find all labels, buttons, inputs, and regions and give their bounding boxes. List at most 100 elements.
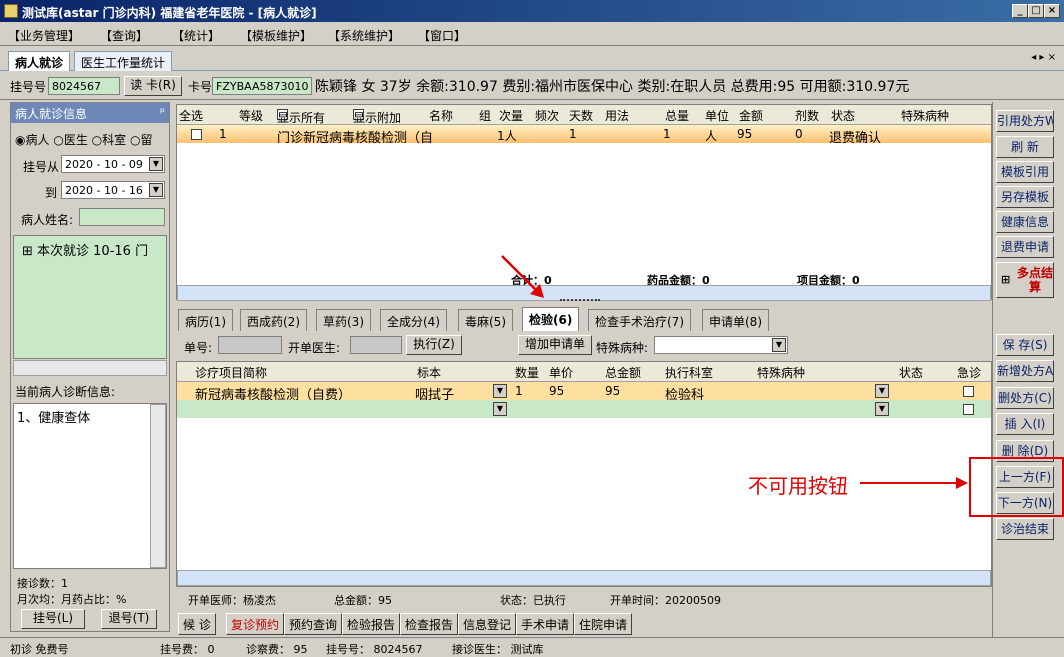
info-register-button[interactable]: 信息登记 [458,613,517,635]
minimize-button[interactable]: _ [1012,4,1028,18]
disease-dropdown-icon[interactable]: ▼ [875,384,889,398]
col-name: 名称 [429,109,454,123]
doctor-label: 开单医生: [288,341,341,355]
row-total: 1 [663,127,671,141]
waiting-button[interactable]: 候 诊 [178,613,216,635]
save-template-button[interactable]: 另存模板 [996,186,1054,208]
delete-prescription-button[interactable]: 删处方(C) [996,387,1054,409]
menu-business[interactable]: 【业务管理】 [8,27,80,44]
radio-stay[interactable]: ○留 [130,133,153,147]
tab-lab-test[interactable]: 检验(6) [522,307,580,331]
col-exec-dept: 执行科室 [665,366,714,380]
doctor-field[interactable] [350,336,402,354]
table-row[interactable]: ▼ ▼ [177,400,991,418]
exam-qty: 1 [515,384,523,398]
surgery-application-button[interactable]: 手术申请 [516,613,575,635]
col-dose: 次量 [499,109,524,123]
close-button[interactable]: × [1044,4,1060,18]
exam-grid-scrollbar[interactable] [177,570,991,586]
footer-doctor: 开单医师：杨凌杰 [188,594,276,607]
lab-report-button[interactable]: 检验报告 [342,613,401,635]
tab-medical-record[interactable]: 病历(1) [178,309,233,331]
tab-workload[interactable]: 医生工作量统计 [74,51,173,71]
reference-prescription-button[interactable]: 引用处方W [996,110,1054,132]
tab-exam-surgery[interactable]: 检查手术治疗(7) [588,309,691,331]
col-select-all[interactable]: 全选 [179,107,203,124]
to-date[interactable]: 2020 - 10 - 16 ▼ [61,181,165,199]
menu-template[interactable]: 【模板维护】 [240,27,312,44]
tab-full-ingredient[interactable]: 全成分(4) [380,309,447,331]
add-application-button[interactable]: 增加申请单 [518,335,592,355]
from-label: 挂号从 [23,160,60,174]
table-row[interactable]: 1 门诊新冠病毒核酸检测（自 1人 1 1 人 95 0 退费确认 [177,125,991,146]
table-row[interactable]: 新冠病毒核酸检测（自费） 咽拭子 ▼ 1 95 95 检验科 ▼ [177,382,991,403]
execute-button[interactable]: 执行(Z) [406,335,462,355]
col-emergency: 急诊 [957,366,982,380]
save-button[interactable]: 保 存(S) [996,334,1054,356]
title-bar: 测试库(astar 门诊内科) 福建省老年医院 - [病人就诊] _ □ × [0,0,1064,22]
unregister-button[interactable]: 退号(T) [101,609,157,629]
register-button[interactable]: 挂号(L) [21,609,85,629]
menu-statistics[interactable]: 【统计】 [172,27,220,44]
row-doses: 0 [795,127,803,141]
maximize-button[interactable]: □ [1028,4,1044,18]
menu-window[interactable]: 【窗口】 [418,27,466,44]
booking-query-button[interactable]: 预约查询 [284,613,343,635]
patient-name-input[interactable] [79,208,165,226]
col-usage: 用法 [605,109,630,123]
col-price: 单价 [549,366,574,380]
col-doses: 剂数 [795,109,820,123]
status-reg-fee: 挂号费： 0 [160,643,215,656]
end-treatment-button[interactable]: 诊治结束 [996,518,1054,540]
template-reference-button[interactable]: 模板引用 [996,161,1054,183]
splitter-handle[interactable] [560,299,600,305]
exam-report-button[interactable]: 检查报告 [400,613,459,635]
insert-button[interactable]: 插 入(I) [996,413,1054,435]
tab-patient-visit[interactable]: 病人就诊 [8,51,71,71]
health-info-button[interactable]: 健康信息 [996,211,1054,233]
reg-label: 挂号号 [10,80,47,94]
radio-doctor[interactable]: ○医生 [53,133,88,147]
order-no-field[interactable] [218,336,282,354]
diagnosis-box: 1、健康查体 [13,403,167,569]
refund-request-button[interactable]: 退费申请 [996,236,1054,258]
col-total: 总量 [665,109,690,123]
order-label: 单号: [184,341,213,355]
tree-item-current-visit[interactable]: ⊞ 本次就诊 10-16 门 [22,240,168,259]
reg-no-field[interactable]: 8024567 [48,77,120,95]
tab-herbal[interactable]: 草药(3) [316,309,371,331]
footer-status: 状态：已执行 [500,594,566,607]
tab-application[interactable]: 申请单(8) [702,309,769,331]
disease-dropdown-icon[interactable]: ▼ [875,402,889,416]
app-icon [4,4,18,18]
settle-icon: ⊞ [1001,273,1011,286]
diag-scrollbar[interactable] [150,404,166,568]
tab-western-drug[interactable]: 西成药(2) [240,309,307,331]
menu-query[interactable]: 【查询】 [100,27,148,44]
footer-time: 开单时间：20200509 [610,594,721,607]
row-level: 1 [219,127,227,141]
sample-dropdown-icon[interactable]: ▼ [493,384,507,398]
main-tabs: 病人就诊 医生工作量统计 ◂ ▸ × [0,47,1064,71]
status-diag-fee: 诊察费： 95 [246,643,308,656]
col-status: 状态 [831,109,856,123]
sample-dropdown-icon[interactable]: ▼ [493,402,507,416]
read-card-button[interactable]: 读 卡(R) [124,76,182,96]
exam-grid-header: 诊疗项目简称 标本 数量 单价 总金额 执行科室 特殊病种 状态 急诊 [177,362,991,382]
menu-system[interactable]: 【系统维护】 [328,27,400,44]
refresh-button[interactable]: 刷 新 [996,136,1054,158]
panel-header: 病人就诊信息 ᵖ [11,103,169,123]
new-prescription-button[interactable]: 新增处方A [996,360,1054,382]
card-no-field[interactable]: FZYBAA5873010 [212,77,312,95]
tab-nav-icon[interactable]: ◂ ▸ × [1031,52,1056,63]
multi-settle-button[interactable]: ⊞ 多点结算 [996,262,1054,298]
pin-icon[interactable]: ᵖ [160,105,165,119]
disease-select[interactable]: ▼ [654,336,788,354]
followup-booking-button[interactable]: 复诊预约 [226,613,285,635]
from-date[interactable]: 2020 - 10 - 09 ▼ [61,155,165,173]
tree-scrollbar[interactable] [13,360,167,376]
tab-narcotic[interactable]: 毒麻(5) [458,309,513,331]
radio-dept[interactable]: ○科室 [92,133,127,147]
radio-patient[interactable]: ◉病人 [15,133,50,147]
hospital-application-button[interactable]: 住院申请 [574,613,633,635]
